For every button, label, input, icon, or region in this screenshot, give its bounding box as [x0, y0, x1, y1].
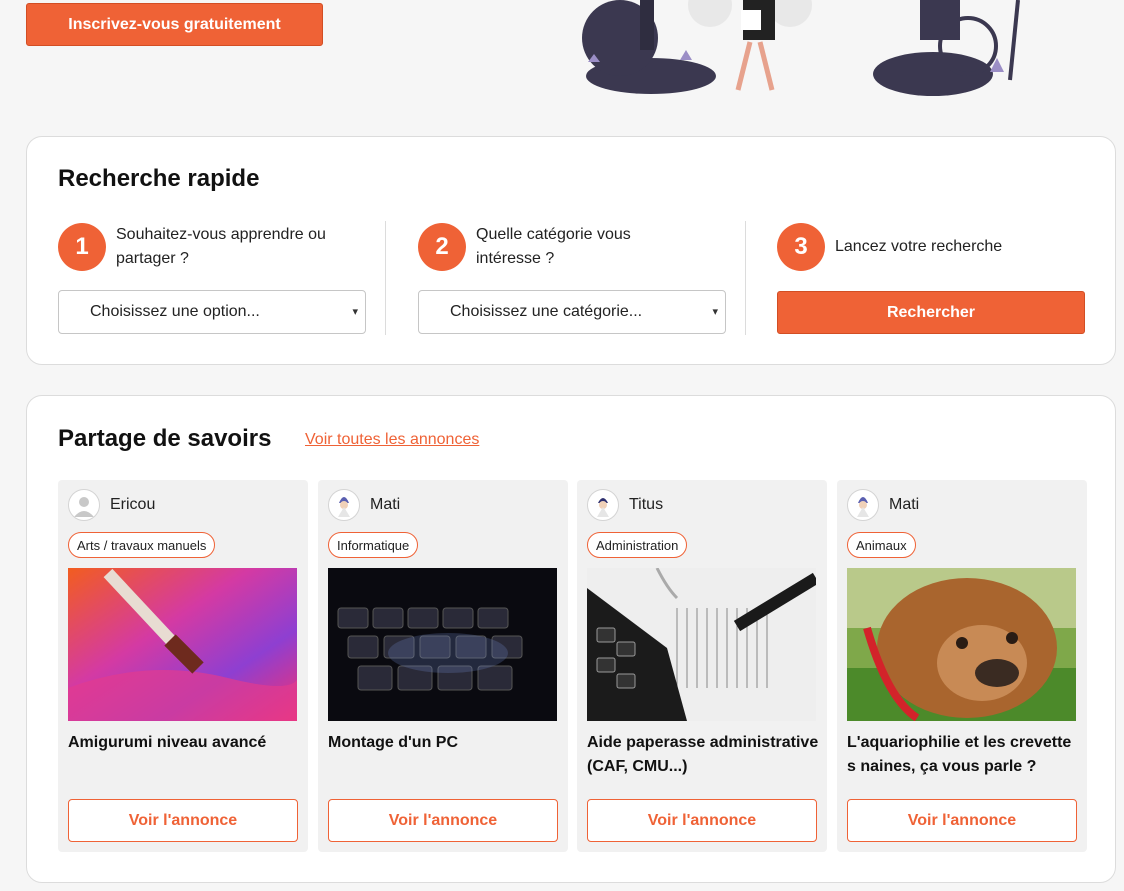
username: Titus [629, 496, 664, 513]
avatar [587, 489, 619, 521]
listing-card: Mati Informatique Montage d'un PC Voir l… [318, 480, 568, 852]
step-number-badge: 1 [58, 223, 106, 271]
divider [745, 221, 746, 335]
listing-card: Titus Administration Aide paperasse admi… [577, 480, 827, 852]
username: Ericou [110, 496, 156, 513]
view-listing-button[interactable]: Voir l'annonce [328, 799, 558, 842]
step-1-text: Souhaitez-vous apprendre ou partager ? [116, 226, 326, 267]
step-2-text: Quelle catégorie vous intéresse ? [476, 226, 631, 267]
learn-or-share-select-value: Choisissez une option... [90, 303, 260, 320]
card-user: Mati [847, 489, 919, 521]
user-avatar-icon [338, 497, 350, 517]
quick-search-title: Recherche rapide [58, 165, 260, 192]
avatar [847, 489, 879, 521]
step-number-badge: 3 [777, 223, 825, 271]
category-tag: Arts / travaux manuels [68, 532, 216, 558]
view-listing-button[interactable]: Voir l'annonce [68, 799, 298, 842]
see-all-listings-link[interactable]: Voir toutes les annonces [305, 431, 479, 449]
divider [385, 221, 386, 335]
knowledge-share-panel: Partage de savoirs Voir toutes les annon… [26, 395, 1116, 883]
people-illustration [582, 0, 1020, 96]
listing-card: Mati Animaux L'aquariophilie et les crev… [837, 480, 1087, 852]
listing-title: Aide paperasse administrative (CAF, CMU.… [587, 734, 819, 775]
step-1: 1 Souhaitez-vous apprendre ou partager ? [58, 221, 366, 273]
avatar [68, 489, 100, 521]
listing-title: L'aquariophilie et les crevettes naines,… [847, 734, 1072, 775]
avatar [328, 489, 360, 521]
default-user-icon [74, 497, 94, 517]
listing-card: Ericou Arts / travaux manuels Amigurumi … [58, 480, 308, 852]
listing-image [847, 568, 1076, 721]
search-button[interactable]: Rechercher [777, 291, 1085, 334]
listing-image [328, 568, 557, 721]
step-3-text: Lancez votre recherche [835, 238, 1003, 255]
step-3: 3 Lancez votre recherche [777, 221, 1085, 273]
listing-title: Amigurumi niveau avancé [68, 734, 267, 751]
username: Mati [889, 496, 920, 513]
category-select-value: Choisissez une catégorie... [450, 303, 643, 320]
step-number-badge: 2 [418, 223, 466, 271]
chevron-down-icon: ▾ [352, 306, 358, 318]
view-listing-button[interactable]: Voir l'annonce [847, 799, 1077, 842]
card-user: Ericou [68, 489, 155, 521]
chevron-down-icon: ▾ [712, 306, 718, 318]
category-select[interactable]: Choisissez une catégorie... ▾ [418, 290, 726, 334]
card-user: Mati [328, 489, 400, 521]
listing-image [587, 568, 816, 721]
listing-image [68, 568, 297, 721]
knowledge-share-title: Partage de savoirs [58, 425, 272, 452]
category-tag: Animaux [847, 532, 916, 558]
listing-title: Montage d'un PC [328, 734, 459, 751]
card-user: Titus [587, 489, 663, 521]
user-avatar-icon [597, 498, 609, 517]
view-listing-button[interactable]: Voir l'annonce [587, 799, 817, 842]
quick-search-panel: Recherche rapide 1 Souhaitez-vous appren… [26, 136, 1116, 365]
signup-button[interactable]: Inscrivez-vous gratuitement [26, 3, 323, 46]
category-tag: Informatique [328, 532, 419, 558]
category-tag: Administration [587, 532, 688, 558]
user-avatar-icon [857, 497, 869, 517]
learn-or-share-select[interactable]: Choisissez une option... ▾ [58, 290, 366, 334]
step-2: 2 Quelle catégorie vous intéresse ? [418, 221, 726, 273]
username: Mati [370, 496, 401, 513]
